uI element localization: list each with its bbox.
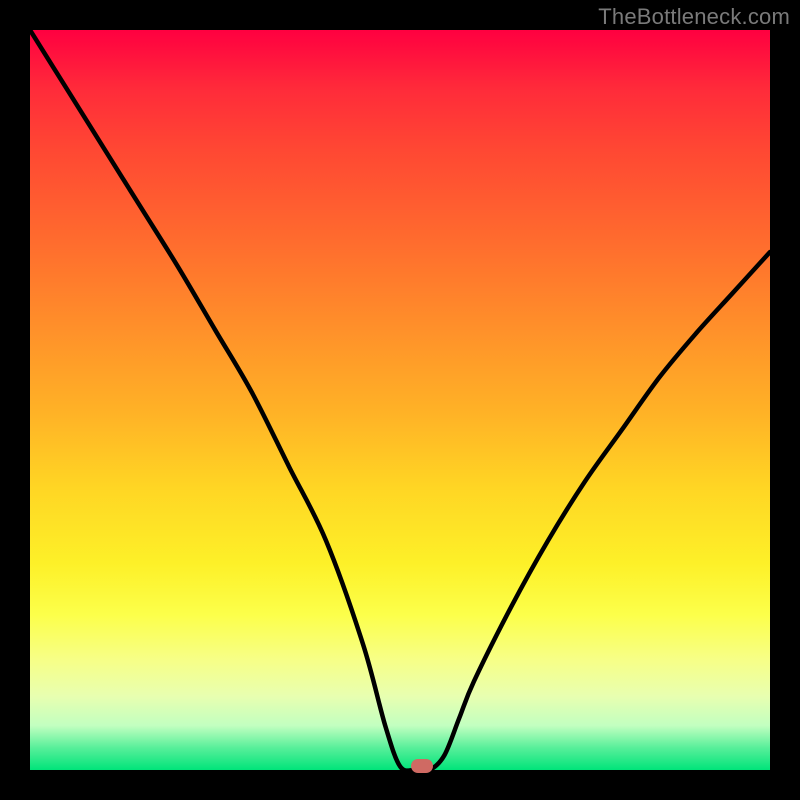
watermark-text: TheBottleneck.com [598,4,790,30]
plot-area [30,30,770,770]
optimal-marker [411,759,433,773]
chart-frame: TheBottleneck.com [0,0,800,800]
bottleneck-curve [30,30,770,770]
